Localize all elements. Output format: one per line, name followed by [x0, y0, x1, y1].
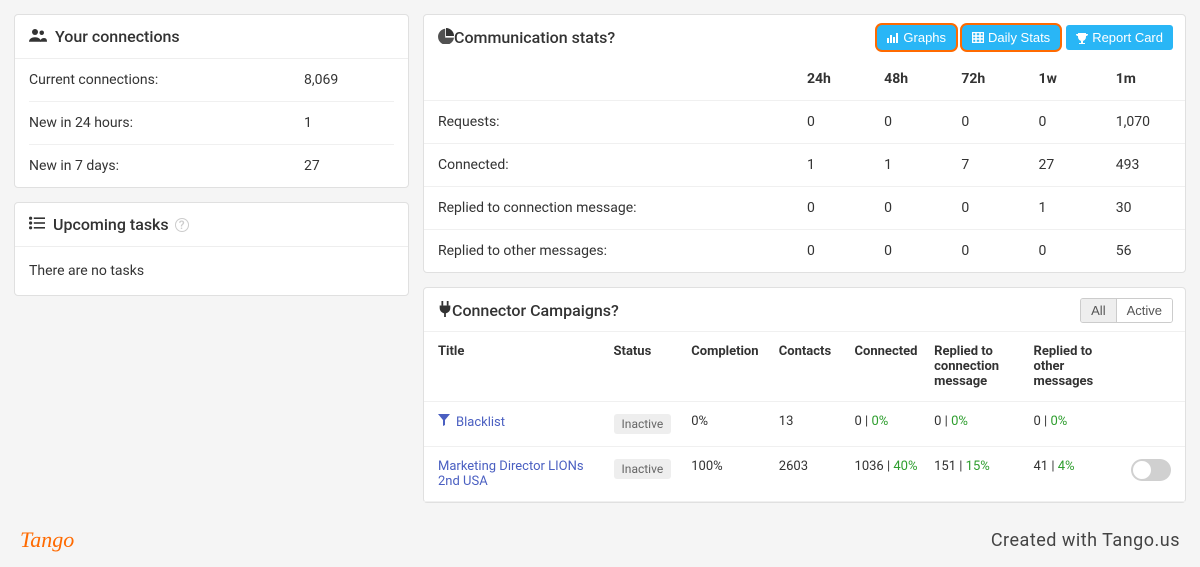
stats-cell: 0 [1031, 101, 1108, 144]
campaign-name[interactable]: Marketing Director LIONs 2nd USA [424, 447, 606, 502]
col-status: Status [606, 332, 684, 402]
stats-cell: 0 [876, 187, 953, 230]
campaigns-table: Title Status Completion Contacts Connect… [424, 331, 1185, 502]
help-icon[interactable]: ? [175, 218, 189, 232]
list-icon [29, 215, 45, 234]
stats-col-header: 1w [1031, 58, 1108, 101]
stats-cell: 0 [953, 187, 1030, 230]
plug-icon [438, 301, 452, 321]
connection-label: Current connections: [29, 72, 304, 88]
stats-row: Replied to connection message:000130 [424, 187, 1185, 230]
stats-row: Requests:00001,070 [424, 101, 1185, 144]
campaign-name[interactable]: Blacklist [424, 402, 606, 447]
connection-row: New in 24 hours:1 [29, 102, 394, 145]
communication-stats-card: Communication stats ? Graphs Daily Stats… [423, 14, 1186, 273]
stats-col-header: 48h [876, 58, 953, 101]
stats-row: Connected:11727493 [424, 144, 1185, 187]
status-badge: Inactive [614, 414, 672, 434]
stats-cell: 1,070 [1108, 101, 1185, 144]
help-icon[interactable]: ? [607, 28, 615, 47]
your-connections-title: Your connections [55, 27, 180, 46]
col-replied-connection: Replied to connection message [926, 332, 1025, 402]
stats-cell: 0 [799, 101, 876, 144]
campaign-completion: 100% [683, 447, 771, 502]
stats-cell: 0 [799, 187, 876, 230]
connection-value: 27 [304, 158, 394, 174]
campaign-completion: 0% [683, 402, 771, 447]
campaign-row: Marketing Director LIONs 2nd USA Inactive… [424, 447, 1185, 502]
upcoming-tasks-header: Upcoming tasks ? [15, 203, 408, 247]
pie-chart-icon [438, 28, 454, 48]
stats-cell: 0 [953, 230, 1030, 273]
connection-label: New in 7 days: [29, 158, 304, 174]
upcoming-tasks-card: Upcoming tasks ? There are no tasks [14, 202, 409, 296]
stats-row: Replied to other messages:000056 [424, 230, 1185, 273]
graphs-button[interactable]: Graphs [877, 25, 956, 50]
help-icon[interactable]: ? [611, 301, 619, 320]
stats-row-label: Replied to other messages: [424, 230, 799, 273]
stats-table: 24h48h72h1w1m Requests:00001,070Connecte… [424, 58, 1185, 272]
communication-stats-title: Communication stats [454, 28, 607, 47]
stats-cell: 0 [1031, 230, 1108, 273]
campaign-connected: 0 | 0% [847, 402, 927, 447]
stats-cell: 0 [876, 101, 953, 144]
stats-cell: 1 [876, 144, 953, 187]
connection-label: New in 24 hours: [29, 115, 304, 131]
campaign-replied-connection: 0 | 0% [926, 402, 1025, 447]
connection-row: New in 7 days:27 [29, 145, 394, 187]
campaign-connected: 1036 | 40% [847, 447, 927, 502]
upcoming-tasks-title: Upcoming tasks [53, 215, 169, 234]
campaign-replied-other: 41 | 4% [1026, 447, 1123, 502]
footer: Tango Created with Tango.us [0, 517, 1200, 567]
filter-active-button[interactable]: Active [1116, 299, 1172, 322]
col-connected: Connected [847, 332, 927, 402]
no-tasks-text: There are no tasks [15, 247, 408, 295]
campaign-contacts: 13 [771, 402, 847, 447]
bar-chart-icon [887, 32, 899, 43]
stats-col-header: 1m [1108, 58, 1185, 101]
campaign-replied-connection: 151 | 15% [926, 447, 1025, 502]
stats-col-header: 72h [953, 58, 1030, 101]
daily-stats-button[interactable]: Daily Stats [962, 25, 1060, 50]
filter-all-button[interactable]: All [1081, 299, 1115, 322]
stats-cell: 0 [799, 230, 876, 273]
col-completion: Completion [683, 332, 771, 402]
trophy-icon [1076, 32, 1088, 44]
connector-campaigns-card: Connector Campaigns ? All Active Title S… [423, 287, 1186, 503]
connector-campaigns-title: Connector Campaigns [452, 301, 611, 320]
connection-row: Current connections:8,069 [29, 59, 394, 102]
table-icon [972, 32, 984, 43]
footer-credit: Created with Tango.us [991, 530, 1180, 551]
your-connections-header: Your connections [15, 15, 408, 59]
stats-col-header: 24h [799, 58, 876, 101]
stats-cell: 493 [1108, 144, 1185, 187]
stats-cell: 0 [953, 101, 1030, 144]
stats-cell: 7 [953, 144, 1030, 187]
funnel-icon [438, 415, 450, 430]
col-replied-other: Replied to other messages [1026, 332, 1123, 402]
col-title: Title [424, 332, 606, 402]
status-badge: Inactive [614, 459, 672, 479]
campaign-filter-segment: All Active [1080, 298, 1173, 323]
connection-value: 8,069 [304, 72, 394, 88]
campaign-contacts: 2603 [771, 447, 847, 502]
campaign-replied-other: 0 | 0% [1026, 402, 1123, 447]
stats-cell: 30 [1108, 187, 1185, 230]
stats-cell: 56 [1108, 230, 1185, 273]
col-contacts: Contacts [771, 332, 847, 402]
stats-row-label: Requests: [424, 101, 799, 144]
campaign-toggle[interactable] [1131, 459, 1171, 481]
connection-value: 1 [304, 115, 394, 131]
stats-cell: 27 [1031, 144, 1108, 187]
stats-row-label: Replied to connection message: [424, 187, 799, 230]
stats-row-label: Connected: [424, 144, 799, 187]
your-connections-card: Your connections Current connections:8,0… [14, 14, 409, 188]
stats-cell: 0 [876, 230, 953, 273]
campaign-row: BlacklistInactive0%130 | 0%0 | 0%0 | 0% [424, 402, 1185, 447]
people-icon [29, 27, 47, 46]
stats-cell: 1 [1031, 187, 1108, 230]
tango-logo: Tango [20, 527, 74, 553]
report-card-button[interactable]: Report Card [1066, 25, 1173, 50]
stats-cell: 1 [799, 144, 876, 187]
